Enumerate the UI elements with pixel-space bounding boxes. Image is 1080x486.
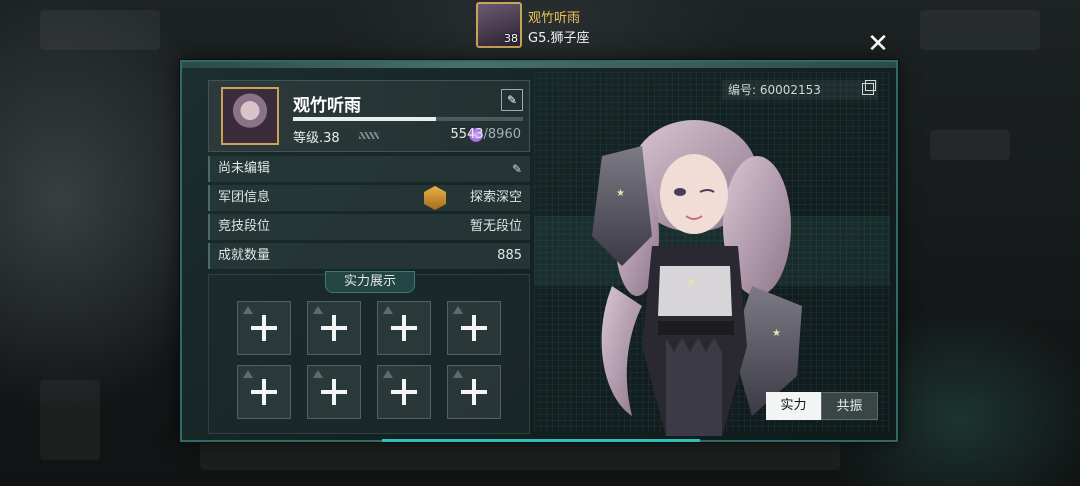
showcase-slot[interactable] (237, 365, 291, 419)
rank-value: 暂无段位 (469, 219, 522, 234)
copy-icon[interactable] (862, 80, 876, 95)
legion-label: 军团信息 (218, 190, 271, 205)
player-avatar[interactable]: 38 (476, 2, 522, 48)
showcase-slot[interactable] (447, 301, 501, 355)
profile-avatar[interactable] (221, 87, 279, 145)
svg-text:★: ★ (616, 188, 625, 199)
edit-name-button[interactable]: ✎ (501, 89, 523, 111)
signature-label: 尚未编辑 (218, 161, 271, 176)
showcase-section: 实力展示 (208, 271, 530, 434)
character-portrait: ★ ★ ★ (592, 120, 802, 436)
player-level: 38 (504, 32, 518, 45)
legion-badge-icon (424, 186, 446, 210)
profile-name: 观竹听雨 (293, 96, 361, 116)
legion-row[interactable]: 军团信息 探索深空 (208, 185, 530, 211)
player-subtitle: G5.狮子座 (528, 31, 590, 46)
legion-value: 探索深空 (469, 190, 522, 205)
showcase-slot[interactable] (307, 365, 361, 419)
xp-progress-fill (293, 117, 436, 121)
showcase-slot[interactable] (377, 365, 431, 419)
add-icon (251, 379, 277, 405)
add-icon (321, 379, 347, 405)
close-icon[interactable]: ✕ (864, 30, 892, 58)
view-toggle[interactable]: 实力 共振 (766, 392, 878, 420)
level-decoration (359, 132, 379, 139)
profile-card: 观竹听雨 ✎ 等级.38 5543/8960 (208, 80, 530, 152)
achievement-value: 885 (497, 248, 522, 263)
achievement-row[interactable]: 成就数量 885 (208, 243, 530, 269)
achievement-label: 成就数量 (218, 248, 271, 263)
level-label: 等级.38 (293, 131, 340, 146)
edit-icon[interactable]: ✎ (512, 156, 522, 182)
showcase-title: 实力展示 (325, 271, 415, 293)
resonance-tab[interactable]: 共振 (821, 392, 878, 420)
add-icon (461, 379, 487, 405)
svg-text:★: ★ (686, 275, 697, 289)
xp-max: /8960 (483, 127, 521, 142)
showcase-slot[interactable] (307, 301, 361, 355)
player-name: 观竹听雨 (528, 11, 581, 26)
add-icon (251, 315, 277, 341)
svg-text:★: ★ (772, 328, 781, 339)
player-id-text: 编号: 60002153 (728, 83, 821, 97)
showcase-slot[interactable] (447, 365, 501, 419)
showcase-slot[interactable] (377, 301, 431, 355)
showcase-slot[interactable] (237, 301, 291, 355)
rank-label: 竞技段位 (218, 219, 271, 234)
xp-value: 5543/8960 (450, 127, 521, 142)
add-icon (391, 379, 417, 405)
strength-tab[interactable]: 实力 (766, 392, 821, 420)
add-icon (321, 315, 347, 341)
profile-panel: 观竹听雨 ✎ 等级.38 5543/8960 尚未编辑 ✎ 军团信息 探索深空 … (180, 60, 898, 442)
add-icon (461, 315, 487, 341)
accent-bar (382, 439, 700, 442)
xp-progress-bar (293, 117, 523, 121)
add-icon (391, 315, 417, 341)
player-id: 编号: 60002153 (722, 80, 878, 100)
rank-row: 竞技段位 暂无段位 (208, 214, 530, 240)
xp-current: 5543 (450, 127, 484, 142)
signature-row[interactable]: 尚未编辑 ✎ (208, 156, 530, 182)
